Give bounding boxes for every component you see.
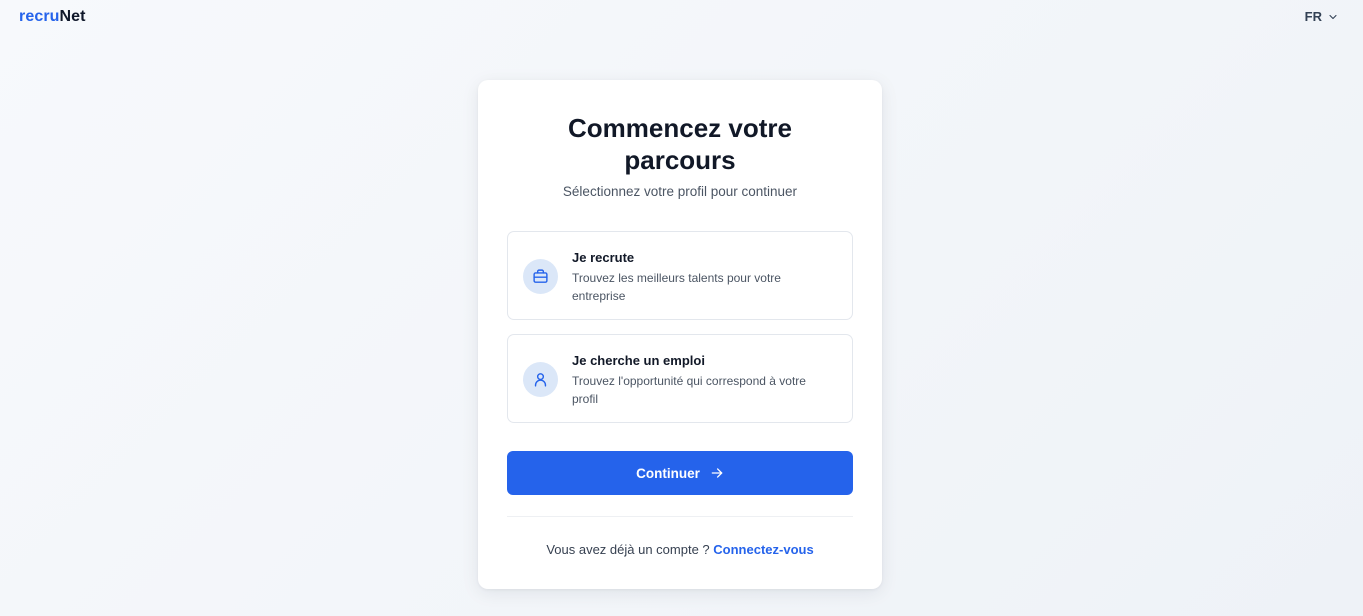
continue-label: Continuer (636, 465, 700, 481)
language-label: FR (1304, 9, 1322, 24)
divider (507, 516, 853, 517)
chevron-down-icon (1329, 14, 1337, 19)
title-line-2: parcours (624, 145, 736, 175)
option-title: Je recrute (572, 250, 635, 265)
title-line-1: Commencez votre (568, 113, 792, 143)
user-icon (523, 362, 558, 397)
top-bar: recruNet FR (0, 0, 1363, 36)
login-link[interactable]: Connectez-vous (713, 542, 813, 557)
option-job-seeker[interactable]: Je cherche un emploi Trouvez l'opportuni… (507, 334, 853, 423)
page-title: Commencez votre parcours (478, 112, 882, 176)
profile-selection-card: Commencez votre parcours Sélectionnez vo… (478, 80, 882, 589)
arrow-right-icon (711, 468, 723, 478)
logo[interactable]: recruNet (19, 8, 86, 26)
option-description: Trouvez les meilleurs talents pour votre… (572, 271, 781, 303)
login-prompt: Vous avez déjà un compte ? Connectez-vou… (478, 542, 882, 557)
page-subtitle: Sélectionnez votre profil pour continuer (562, 184, 798, 199)
option-recruiter[interactable]: Je recrute Trouvez les meilleurs talents… (507, 231, 853, 320)
logo-part1: recru (19, 8, 60, 25)
language-selector[interactable]: FR (1305, 9, 1339, 24)
login-prompt-text: Vous avez déjà un compte ? (546, 542, 710, 557)
option-description: Trouvez l'opportunité qui correspond à v… (572, 374, 806, 406)
briefcase-icon (523, 259, 558, 294)
option-title: Je cherche un emploi (572, 353, 705, 368)
continue-button[interactable]: Continuer (507, 451, 853, 495)
logo-part2: Net (59, 8, 86, 25)
